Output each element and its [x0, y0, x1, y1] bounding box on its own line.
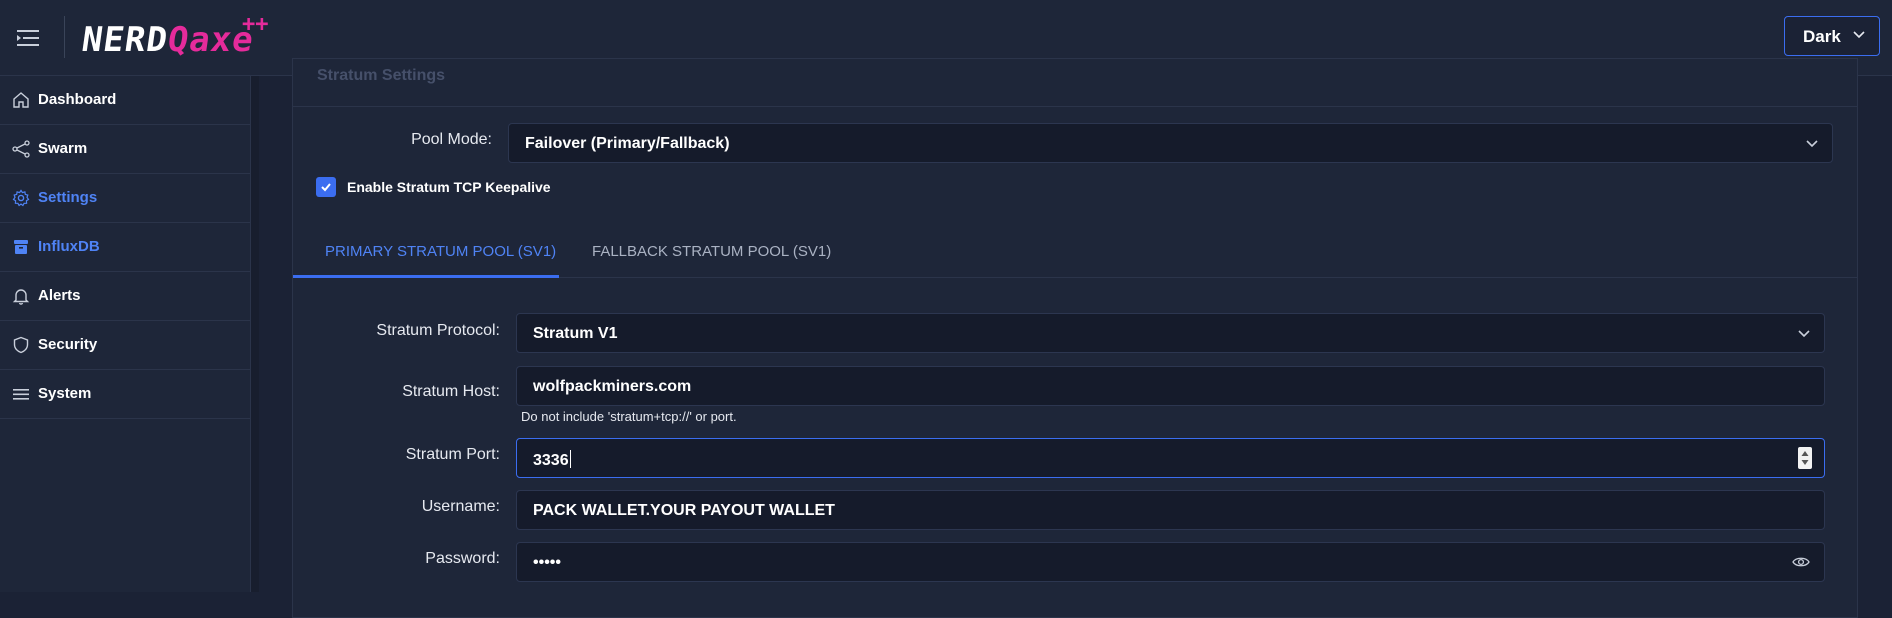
sidebar-item-alerts[interactable]: Alerts [0, 272, 251, 321]
chevron-down-icon [1798, 330, 1810, 338]
pool-mode-select[interactable]: Failover (Primary/Fallback) [508, 123, 1833, 163]
port-stepper[interactable] [1798, 447, 1812, 469]
stratum-host-hint: Do not include 'stratum+tcp://' or port. [521, 409, 737, 424]
gear-icon [12, 189, 30, 207]
password-input[interactable]: ••••• [516, 542, 1825, 582]
stratum-port-value: 3336 [533, 452, 569, 469]
active-tab-indicator [293, 275, 559, 278]
check-icon [321, 183, 331, 192]
username-label: Username: [421, 498, 500, 515]
stratum-port-input[interactable]: 3336 [516, 438, 1825, 478]
sidebar-item-label: InfluxDB [38, 238, 100, 255]
stratum-host-input[interactable]: wolfpackminers.com [516, 366, 1825, 406]
stratum-protocol-select[interactable]: Stratum V1 [516, 313, 1825, 353]
stratum-host-value: wolfpackminers.com [533, 378, 692, 395]
stepper-arrows-icon [1801, 451, 1809, 465]
theme-select-value: Dark [1803, 27, 1841, 46]
panel-header: Stratum Settings [293, 59, 1857, 107]
sidebar-item-label: Settings [38, 189, 98, 206]
tab-primary-pool[interactable]: PRIMARY STRATUM POOL (SV1) [325, 243, 556, 260]
keepalive-label[interactable]: Enable Stratum TCP Keepalive [347, 179, 551, 195]
stratum-port-label: Stratum Port: [405, 446, 500, 463]
theme-select[interactable]: Dark [1784, 16, 1880, 56]
home-icon [13, 92, 29, 108]
stratum-host-label: Stratum Host: [402, 383, 500, 400]
sidebar-item-dashboard[interactable]: Dashboard [0, 76, 251, 125]
password-value: ••••• [533, 554, 562, 571]
shield-icon [13, 336, 29, 354]
username-input[interactable]: PACK WALLET.YOUR PAYOUT WALLET [516, 490, 1825, 530]
chevron-down-icon [1806, 140, 1818, 148]
sidebar-item-settings[interactable]: Settings [0, 174, 251, 223]
tab-fallback-pool[interactable]: FALLBACK STRATUM POOL (SV1) [592, 243, 831, 260]
eye-icon[interactable] [1792, 555, 1810, 569]
menu-toggle-icon[interactable] [17, 28, 41, 48]
sidebar-item-label: Dashboard [38, 91, 117, 108]
share-icon [12, 140, 30, 158]
scrollbar-gutter [251, 76, 259, 592]
username-value: PACK WALLET.YOUR PAYOUT WALLET [533, 502, 835, 519]
text-caret [569, 450, 571, 468]
database-icon [14, 240, 28, 254]
menu-icon [13, 389, 29, 400]
stratum-protocol-label: Stratum Protocol: [376, 322, 500, 339]
sidebar-item-label: System [38, 385, 92, 402]
sidebar-item-system[interactable]: System [0, 370, 251, 419]
chevron-down-icon [1853, 31, 1865, 39]
keepalive-checkbox[interactable] [316, 177, 336, 197]
stratum-protocol-value: Stratum V1 [533, 325, 618, 342]
sidebar: Dashboard Swarm Settings InfluxDB Alerts… [0, 76, 251, 592]
pool-mode-label: Pool Mode: [411, 131, 492, 148]
password-label: Password: [425, 550, 500, 567]
pool-mode-value: Failover (Primary/Fallback) [525, 135, 730, 152]
sidebar-item-label: Swarm [38, 140, 88, 157]
sidebar-item-swarm[interactable]: Swarm [0, 125, 251, 174]
bell-icon [12, 289, 30, 305]
sidebar-item-label: Security [38, 336, 98, 353]
header-divider [64, 16, 65, 58]
panel-title: Stratum Settings [317, 67, 446, 84]
sidebar-item-security[interactable]: Security [0, 321, 251, 370]
sidebar-item-label: Alerts [38, 287, 81, 304]
sidebar-item-influxdb[interactable]: InfluxDB [0, 223, 251, 272]
